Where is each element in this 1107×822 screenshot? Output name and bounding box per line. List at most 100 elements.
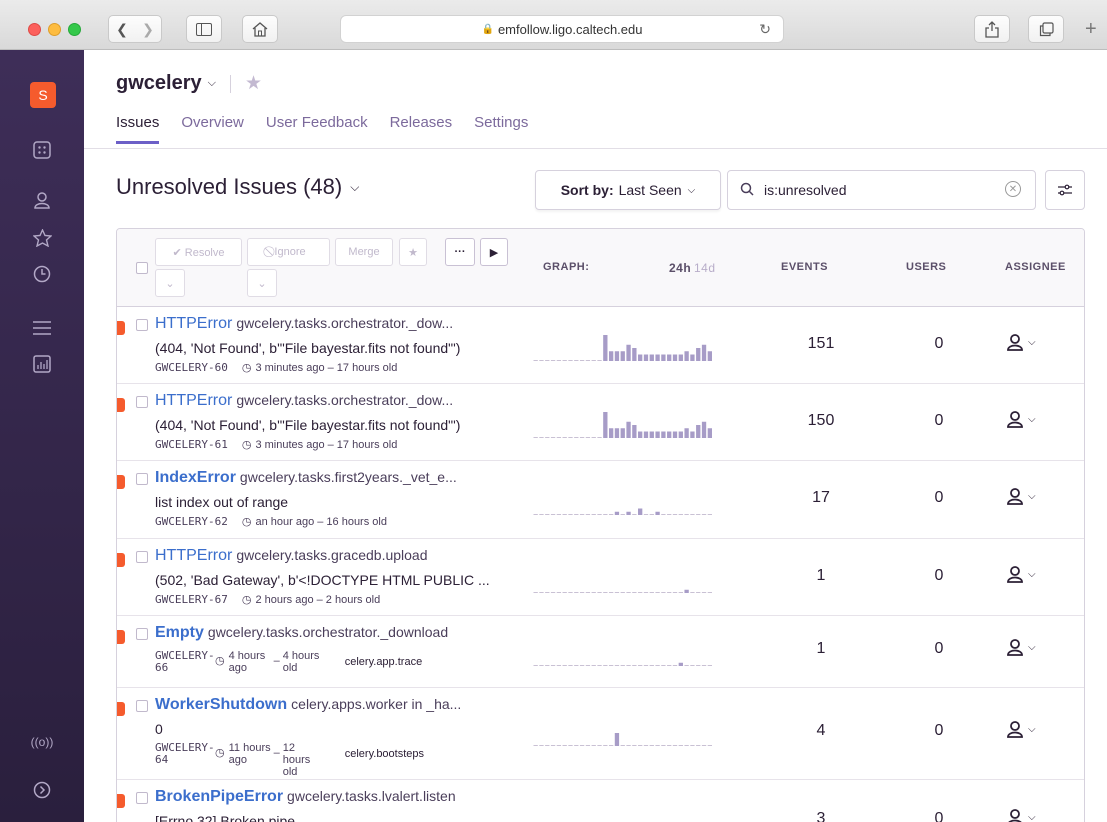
sidebar-toggle-button[interactable]	[186, 15, 222, 43]
issue-title[interactable]: HTTPError gwcelery.tasks.orchestrator._do…	[155, 392, 453, 410]
clear-search-icon[interactable]: ✕	[1005, 181, 1021, 197]
back-arrow-icon[interactable]: ❮	[116, 21, 128, 38]
issue-type[interactable]: HTTPError	[155, 392, 232, 409]
issue-title[interactable]: HTTPError gwcelery.tasks.gracedb.upload	[155, 547, 428, 565]
issue-title[interactable]: WorkerShutdown celery.apps.worker in _ha.…	[155, 696, 461, 714]
assignee-selector[interactable]: ⌵	[1006, 720, 1036, 738]
stats-icon[interactable]	[29, 352, 55, 376]
search-bar[interactable]: ✕	[727, 170, 1036, 210]
chevron-down-icon[interactable]: ⌵	[208, 77, 216, 90]
issue-type[interactable]: WorkerShutdown	[155, 696, 287, 713]
row-checkbox[interactable]	[136, 319, 148, 331]
sparkline-bar	[568, 437, 573, 438]
issue-type[interactable]: HTTPError	[155, 315, 232, 332]
tab-user-feedback[interactable]: User Feedback	[266, 114, 368, 144]
new-tab-icon[interactable]: +	[1085, 18, 1097, 41]
row-checkbox[interactable]	[136, 473, 148, 485]
tab-overview[interactable]: Overview	[181, 114, 244, 144]
table-row[interactable]: Empty gwcelery.tasks.orchestrator._downlo…	[117, 616, 1084, 688]
sparkline-bar	[626, 665, 631, 666]
issue-type[interactable]: HTTPError	[155, 547, 232, 564]
row-checkbox[interactable]	[136, 792, 148, 804]
issue-title[interactable]: HTTPError gwcelery.tasks.orchestrator._do…	[155, 315, 453, 333]
resolve-button[interactable]: ✔ Resolve	[155, 238, 242, 266]
issue-type[interactable]: BrokenPipeError	[155, 788, 283, 805]
issues-heading[interactable]: Unresolved Issues (48) ⌵	[116, 174, 359, 200]
collapse-icon[interactable]	[29, 778, 55, 802]
ignore-options-chevron-icon[interactable]: ⌄	[247, 269, 277, 297]
chevron-down-icon[interactable]: ⌵	[350, 180, 359, 195]
sparkline-bar	[574, 665, 579, 666]
short-id[interactable]: GWCELERY-60	[155, 361, 228, 374]
reload-icon[interactable]: ↻	[759, 21, 771, 38]
assignee-selector[interactable]: ⌵	[1006, 487, 1036, 505]
more-actions-button[interactable]: ···	[445, 238, 475, 266]
resolve-options-chevron-icon[interactable]: ⌄	[155, 269, 185, 297]
range-24h[interactable]: 24h	[669, 261, 691, 275]
short-id[interactable]: GWCELERY- 66	[155, 650, 215, 674]
issue-type[interactable]: Empty	[155, 624, 204, 641]
row-checkbox[interactable]	[136, 700, 148, 712]
minimize-window-button[interactable]	[48, 23, 61, 36]
assignee-selector[interactable]: ⌵	[1006, 638, 1036, 656]
issue-title[interactable]: Empty gwcelery.tasks.orchestrator._downlo…	[155, 624, 448, 642]
table-row[interactable]: WorkerShutdown celery.apps.worker in _ha.…	[117, 688, 1084, 780]
sparkline-bar	[620, 428, 625, 438]
assignee-selector[interactable]: ⌵	[1006, 808, 1036, 822]
assignee-selector[interactable]: ⌵	[1006, 565, 1036, 583]
issue-title[interactable]: BrokenPipeError gwcelery.tasks.lvalert.li…	[155, 788, 456, 806]
star-icon[interactable]	[29, 226, 55, 250]
table-row[interactable]: HTTPError gwcelery.tasks.orchestrator._do…	[117, 307, 1084, 384]
share-button[interactable]	[974, 15, 1010, 43]
forward-arrow-icon[interactable]: ❯	[142, 21, 154, 38]
user-icon[interactable]	[29, 188, 55, 212]
select-all-checkbox[interactable]	[136, 262, 148, 274]
bookmark-star-icon[interactable]: ★	[245, 72, 262, 95]
short-id[interactable]: GWCELERY- 64	[155, 742, 215, 766]
project-name[interactable]: gwcelery	[116, 72, 202, 95]
tab-overview-button[interactable]	[1028, 15, 1064, 43]
org-avatar[interactable]: S	[30, 82, 56, 108]
logger-name[interactable]: celery.bootsteps	[345, 748, 424, 760]
issue-title[interactable]: IndexError gwcelery.tasks.first2years._ve…	[155, 469, 457, 487]
bookmark-star-icon[interactable]: ★	[399, 238, 427, 266]
table-row[interactable]: BrokenPipeError gwcelery.tasks.lvalert.li…	[117, 780, 1084, 822]
table-row[interactable]: HTTPError gwcelery.tasks.orchestrator._do…	[117, 384, 1084, 461]
assignee-selector[interactable]: ⌵	[1006, 333, 1036, 351]
sparkline-bar	[591, 360, 596, 361]
search-input[interactable]	[764, 182, 984, 198]
tab-issues[interactable]: Issues	[116, 114, 160, 144]
back-forward-buttons[interactable]: ❮ ❯	[108, 15, 162, 43]
range-14d[interactable]: 14d	[694, 261, 716, 275]
sort-dropdown[interactable]: Sort by: Last Seen ⌵	[535, 170, 721, 210]
tab-settings[interactable]: Settings	[474, 114, 528, 144]
zoom-window-button[interactable]	[68, 23, 81, 36]
ignore-button[interactable]: ⃠ Ignore	[247, 238, 330, 266]
short-id[interactable]: GWCELERY-61	[155, 438, 228, 451]
merge-button[interactable]: Merge	[335, 238, 393, 266]
assignee-selector[interactable]: ⌵	[1006, 410, 1036, 428]
logger-name[interactable]: celery.app.trace	[345, 656, 422, 668]
sparkline-bar	[690, 514, 695, 515]
short-id[interactable]: GWCELERY-67	[155, 593, 228, 606]
clock-icon[interactable]	[29, 262, 55, 286]
row-checkbox[interactable]	[136, 396, 148, 408]
table-row[interactable]: IndexError gwcelery.tasks.first2years._ve…	[117, 461, 1084, 539]
short-id[interactable]: GWCELERY-62	[155, 515, 228, 528]
projects-icon[interactable]	[29, 138, 55, 162]
menu-icon[interactable]	[29, 316, 55, 340]
sparkline-bar	[672, 592, 678, 593]
row-checkbox[interactable]	[136, 628, 148, 640]
address-bar[interactable]: 🔒 emfollow.ligo.caltech.edu ↻	[340, 15, 784, 43]
sparkline-bar	[579, 745, 585, 746]
play-icon[interactable]: ▶	[480, 238, 508, 266]
close-window-button[interactable]	[28, 23, 41, 36]
filter-settings-button[interactable]	[1045, 170, 1085, 210]
home-button[interactable]	[242, 15, 278, 43]
table-row[interactable]: HTTPError gwcelery.tasks.gracedb.upload (…	[117, 539, 1084, 616]
broadcast-icon[interactable]: ((o))	[29, 730, 55, 754]
row-checkbox[interactable]	[136, 551, 148, 563]
issue-type[interactable]: IndexError	[155, 469, 236, 486]
sparkline-bar	[649, 745, 654, 746]
tab-releases[interactable]: Releases	[390, 114, 453, 144]
